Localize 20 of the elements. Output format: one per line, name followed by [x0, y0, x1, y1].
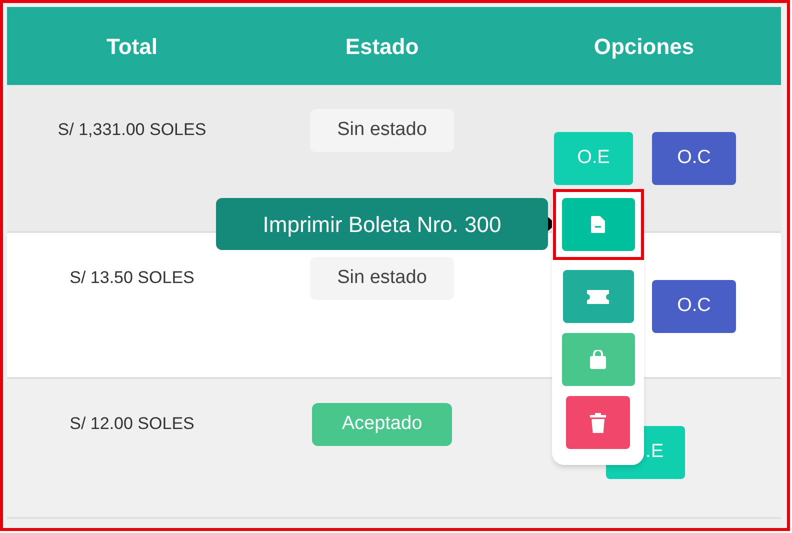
menu-action-button[interactable]: [562, 333, 634, 386]
total-amount: S/ 13.50 SOLES: [70, 267, 194, 289]
menu-action-button[interactable]: [566, 396, 630, 449]
trash-icon: [590, 412, 606, 432]
order-button[interactable]: O.C: [652, 280, 736, 333]
tooltip: Imprimir Boleta Nro. 300: [216, 198, 548, 250]
column-header: Total: [106, 32, 158, 60]
menu-action-button[interactable]: [562, 198, 634, 251]
status-badge: Sin estado: [310, 257, 454, 300]
order-button[interactable]: O.C: [652, 132, 736, 185]
column-header: Opciones: [594, 32, 694, 61]
menu-action-button[interactable]: [562, 270, 634, 323]
status-badge: Aceptado: [312, 403, 452, 446]
column-header: Estado: [345, 32, 419, 60]
document-icon: [591, 216, 605, 233]
total-amount: S/ 12.00 SOLES: [70, 413, 194, 435]
status-badge: Sin estado: [310, 109, 454, 152]
ticket-icon: [587, 290, 609, 304]
shopping-bag-icon: [589, 350, 607, 369]
total-amount: S/ 1,331.00 SOLES: [58, 119, 206, 141]
